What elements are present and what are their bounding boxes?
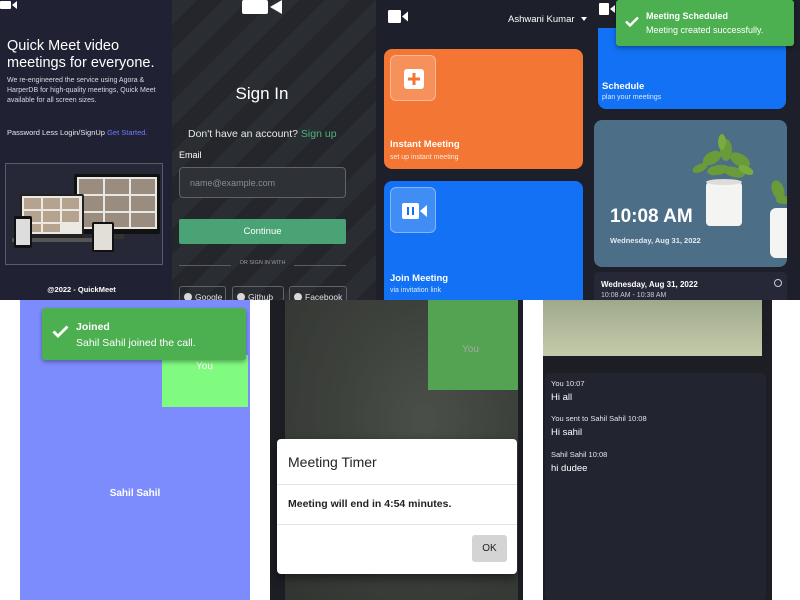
instant-meeting-subtitle: set up instant meeting [390, 154, 459, 161]
divider-line [294, 265, 346, 266]
self-video-tile: You [162, 355, 248, 407]
no-account-row: Don't have an account? Sign up [188, 128, 337, 140]
dialog-title: Meeting Timer [288, 454, 377, 470]
clock-time: 10:08 AM [610, 206, 693, 227]
schedule-title: Schedule [602, 81, 645, 92]
check-icon [625, 16, 639, 27]
background-pattern [172, 0, 376, 300]
schedule-subtitle: plan your meetings [602, 94, 662, 101]
clock-date: Wednesday, Aug 31, 2022 [610, 236, 701, 245]
message-meta: Sahil Sahil 10:08 [551, 450, 608, 459]
meeting-timer-dialog: Meeting Timer Meeting will end in 4:54 m… [277, 439, 517, 574]
clock-icon [774, 279, 782, 287]
landing-panel: Quick Meet video meetings for everyone. … [0, 0, 172, 300]
participant-video [543, 300, 762, 356]
landing-footer: @2022 - QuickMeet [47, 285, 116, 294]
get-started-link[interactable]: Get Started. [107, 128, 147, 137]
schedule-panel: Schedule plan your meetings 10:08 AM Wed… [588, 0, 800, 300]
chevron-down-icon[interactable] [581, 17, 587, 21]
dialog-body: Meeting will end in 4:54 minutes. [288, 498, 452, 510]
meeting-timer-panel: You Meeting Timer Meeting will end in 4:… [270, 300, 523, 600]
landing-description: We re-engineered the service using Agora… [7, 77, 156, 104]
join-meeting-card[interactable]: Join Meeting via invitation link [384, 181, 583, 300]
toast-body: Sahil Sahil joined the call. [76, 337, 196, 349]
user-menu[interactable]: Ashwani Kumar [508, 14, 575, 25]
video-camera-icon [0, 1, 17, 9]
instant-meeting-title: Instant Meeting [390, 139, 460, 150]
landing-headline: Quick Meet video meetings for everyone. [7, 38, 155, 71]
ok-button[interactable]: OK [472, 535, 507, 562]
no-account-text: Don't have an account? [188, 128, 298, 140]
toast-body: Meeting created successfully. [646, 25, 764, 35]
divider [277, 484, 517, 485]
meeting-scheduled-toast: Meeting Scheduled Meeting created succes… [616, 0, 794, 46]
chat-list: You 10:07 Hi all You sent to Sahil Sahil… [545, 373, 766, 600]
signin-divider: OR SIGN IN WITH [179, 260, 346, 270]
video-camera-icon [599, 3, 615, 15]
message-meta: You sent to Sahil Sahil 10:08 [551, 414, 647, 423]
email-field[interactable] [179, 167, 346, 198]
facebook-button[interactable]: Facebook [289, 286, 347, 300]
message-text: Hi sahil [551, 427, 583, 438]
passwordless-row: Password Less Login/SignUp Get Started. [7, 128, 172, 137]
meeting-info-card[interactable]: Wednesday, Aug 31, 2022 10:08 AM - 10:38… [594, 272, 787, 300]
self-label: You [196, 361, 213, 372]
message-text: hi dudee [551, 463, 588, 474]
join-meeting-subtitle: via invitation link [390, 287, 441, 294]
devices-hero-image [5, 163, 163, 265]
google-button[interactable]: Google [179, 286, 226, 300]
video-camera-icon [242, 0, 282, 14]
email-label: Email [179, 150, 202, 160]
video-join-icon [390, 187, 436, 233]
signin-title: Sign In [235, 84, 289, 103]
message-text: Hi all [551, 392, 573, 403]
continue-button[interactable]: Continue [179, 219, 346, 244]
call-joined-panel: You Sahil Sahil Joined Sahil Sahil joine… [20, 300, 250, 600]
meeting-time-range: 10:08 AM - 10:38 AM [601, 292, 667, 299]
check-icon [52, 325, 69, 338]
dashboard-panel: Ashwani Kumar Instant Meeting set up ins… [376, 0, 588, 300]
instant-meeting-card[interactable]: Instant Meeting set up instant meeting [384, 49, 583, 169]
video-camera-icon [388, 10, 408, 23]
divider [277, 524, 517, 525]
github-icon [237, 293, 245, 300]
join-meeting-title: Join Meeting [390, 273, 449, 284]
joined-toast: Joined Sahil Sahil joined the call. [42, 308, 246, 360]
signin-panel: Sign In Don't have an account? Sign up E… [172, 0, 376, 300]
clock-card: 10:08 AM Wednesday, Aug 31, 2022 [594, 120, 787, 267]
passwordless-label: Password Less Login/SignUp [7, 128, 105, 137]
participant-name: Sahil Sahil [109, 488, 161, 499]
message-meta: You 10:07 [551, 379, 585, 388]
toast-title: Joined [76, 321, 110, 333]
github-button[interactable]: Github [232, 286, 284, 300]
add-icon [390, 55, 436, 101]
meeting-date: Wednesday, Aug 31, 2022 [601, 280, 698, 289]
signup-link[interactable]: Sign up [301, 128, 337, 140]
google-icon [184, 293, 192, 300]
facebook-icon [294, 293, 302, 300]
chat-panel: You 10:07 Hi all You sent to Sahil Sahil… [543, 300, 772, 600]
toast-title: Meeting Scheduled [646, 11, 729, 21]
